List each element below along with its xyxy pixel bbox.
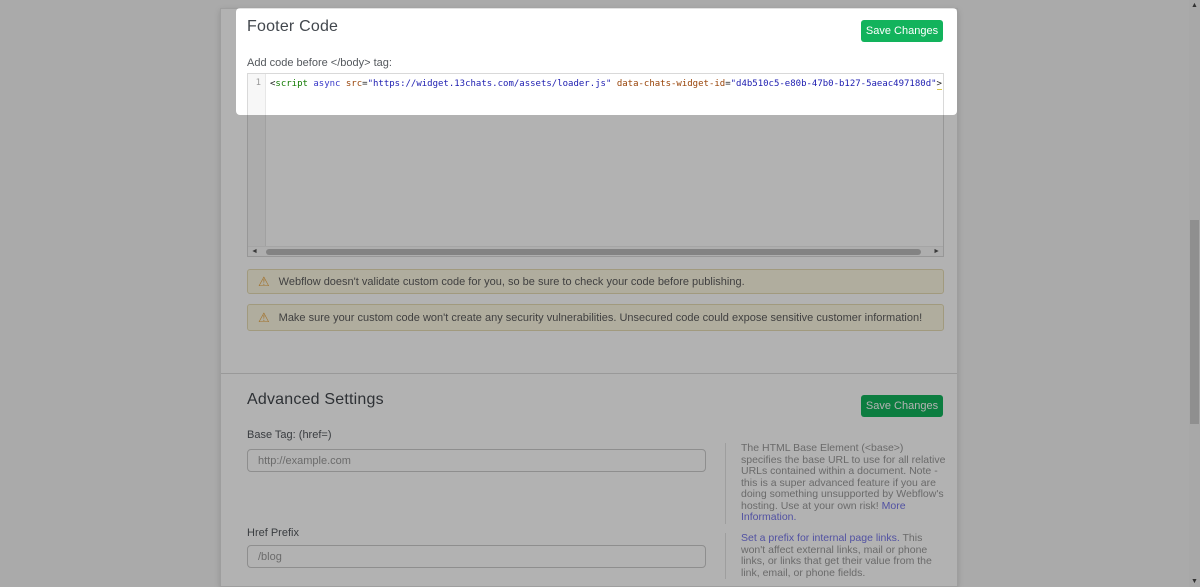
scroll-down-icon[interactable]: ▼	[1189, 578, 1200, 585]
warning-text: Webflow doesn't validate custom code for…	[279, 276, 745, 288]
href-prefix-input[interactable]	[247, 545, 706, 568]
editor-horizontal-scrollbar[interactable]: ◄ ►	[248, 246, 943, 256]
advanced-settings-title: Advanced Settings	[247, 391, 384, 409]
warning-icon: ⚠	[258, 275, 270, 288]
code-line[interactable]: <script async src="https://widget.13chat…	[270, 78, 942, 90]
base-tag-label: Base Tag: (href=)	[247, 429, 331, 441]
footer-code-save-button[interactable]: Save Changes	[861, 20, 943, 42]
scroll-up-icon[interactable]: ▲	[1189, 2, 1200, 9]
footer-code-title: Footer Code	[247, 18, 338, 36]
scroll-right-icon[interactable]: ►	[933, 247, 940, 256]
scroll-left-icon[interactable]: ◄	[251, 247, 258, 256]
base-tag-input[interactable]	[247, 449, 706, 472]
footer-code-description: Add code before </body> tag:	[247, 57, 392, 69]
warning-text: Make sure your custom code won't create …	[279, 312, 922, 324]
section-divider	[221, 373, 957, 374]
warning-icon: ⚠	[258, 311, 270, 324]
line-number: 1	[248, 74, 265, 88]
editor-gutter: 1	[248, 74, 266, 246]
page-scrollbar-thumb[interactable]	[1190, 220, 1199, 424]
page-scrollbar[interactable]: ▲ ▼	[1189, 0, 1200, 587]
href-prefix-help-text: Set a prefix for internal page links. Th…	[725, 533, 947, 579]
horizontal-scrollbar-thumb[interactable]	[266, 249, 921, 255]
advanced-settings-save-button[interactable]: Save Changes	[861, 395, 943, 417]
help-link[interactable]: Set a prefix for internal page links.	[741, 532, 900, 544]
href-prefix-label: Href Prefix	[247, 527, 299, 539]
site-settings-card: Footer Code Save Changes Add code before…	[220, 8, 958, 587]
security-warning-banner: ⚠ Make sure your custom code won't creat…	[247, 304, 944, 331]
validation-warning-banner: ⚠ Webflow doesn't validate custom code f…	[247, 269, 944, 294]
footer-code-editor[interactable]: 1 <script async src="https://widget.13ch…	[247, 73, 944, 257]
base-tag-help-text: The HTML Base Element (<base>) specifies…	[725, 443, 947, 524]
